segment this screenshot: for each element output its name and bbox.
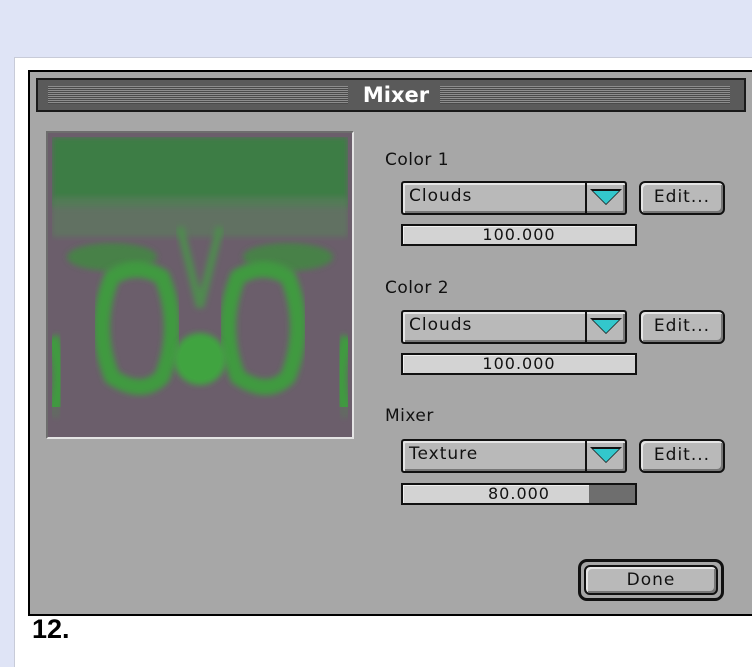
dropdown-divider [585, 312, 587, 342]
mixer-dialog: Mixer Color 1 Clouds Edit... 100.000 Col… [28, 70, 752, 616]
title-bar-stripes-left [48, 86, 348, 104]
page-header-band [0, 0, 752, 54]
color1-label: Color 1 [385, 150, 450, 170]
step-number: 12. [32, 614, 70, 644]
color2-edit-button[interactable]: Edit... [639, 310, 725, 344]
mixer-slider-value: 80.000 [488, 484, 550, 503]
color1-value-slider[interactable]: 100.000 [401, 224, 637, 246]
title-bar[interactable]: Mixer [36, 78, 746, 112]
color2-dropdown[interactable]: Clouds [401, 310, 627, 344]
color2-value-slider[interactable]: 100.000 [401, 353, 637, 375]
color1-dropdown-value: Clouds [409, 186, 473, 206]
mixer-value-slider[interactable]: 80.000 [401, 483, 637, 505]
color2-dropdown-value: Clouds [409, 315, 473, 335]
mixer-dropdown-value: Texture [409, 444, 479, 464]
mixer-dropdown[interactable]: Texture [401, 439, 627, 473]
triangle-down-icon [593, 449, 619, 462]
window-title: Mixer [362, 83, 430, 107]
color2-label: Color 2 [385, 278, 450, 298]
mixer-label: Mixer [385, 406, 434, 426]
color2-slider-value: 100.000 [482, 354, 556, 373]
done-button-label: Done [584, 565, 718, 595]
done-button[interactable]: Done [578, 559, 724, 601]
dropdown-divider [585, 441, 587, 471]
triangle-down-icon [593, 191, 619, 204]
texture-preview [46, 131, 354, 439]
color1-slider-value: 100.000 [482, 225, 556, 244]
title-bar-stripes-right [440, 86, 730, 104]
color1-dropdown[interactable]: Clouds [401, 181, 627, 215]
mixer-edit-button[interactable]: Edit... [639, 439, 725, 473]
texture-preview-image [52, 137, 348, 433]
color1-edit-button[interactable]: Edit... [639, 181, 725, 215]
triangle-down-icon [593, 320, 619, 333]
dropdown-divider [585, 183, 587, 213]
